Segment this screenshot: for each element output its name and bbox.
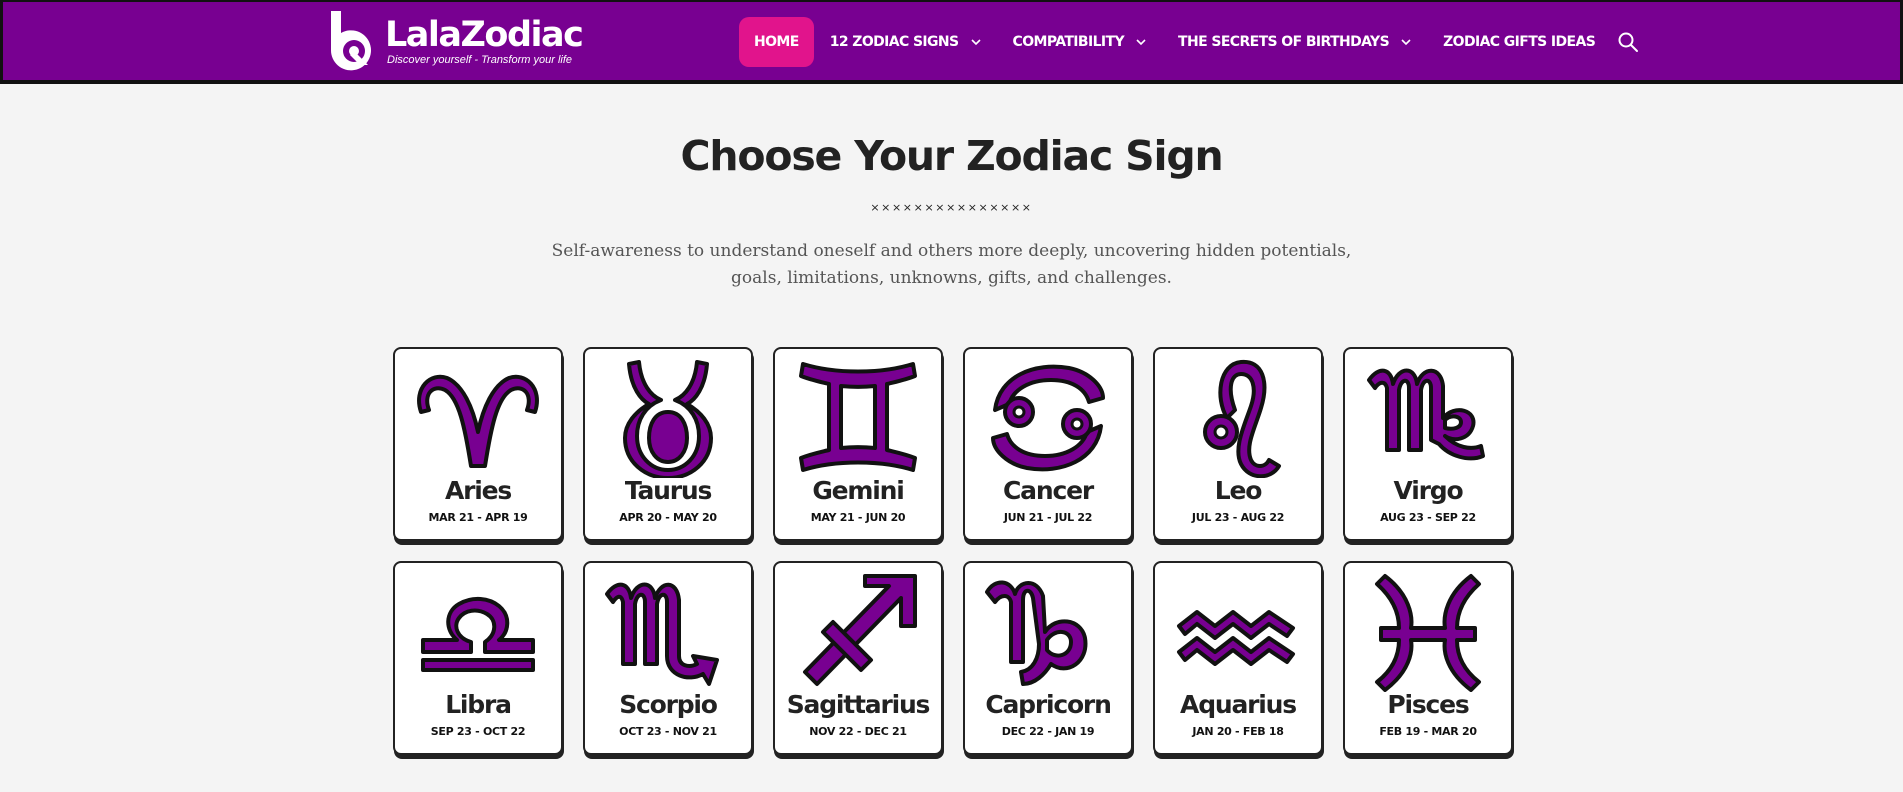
logo-tagline: Discover yourself - Transform your life (387, 53, 573, 66)
nav-secrets-of-birthdays-label: THE SECRETS OF BIRTHDAYS (1178, 34, 1390, 50)
logo-mark-icon (330, 11, 371, 71)
sign-name: Cancer (1003, 476, 1094, 505)
sign-card-virgo[interactable]: Virgo AUG 23 - SEP 22 (1343, 347, 1513, 541)
sign-card-libra[interactable]: Libra SEP 23 - OCT 22 (393, 561, 563, 755)
nav-compatibility[interactable]: COMPATIBILITY (1003, 17, 1157, 67)
sign-card-sagittarius[interactable]: Sagittarius NOV 22 - DEC 21 (773, 561, 943, 755)
sign-name: Gemini (812, 476, 904, 505)
sign-card-leo[interactable]: Leo JUL 23 - AUG 22 (1153, 347, 1323, 541)
sign-card-cancer[interactable]: Cancer JUN 21 - JUL 22 (963, 347, 1133, 541)
sign-dates: FEB 19 - MAR 20 (1379, 725, 1477, 738)
nav-secrets-of-birthdays[interactable]: THE SECRETS OF BIRTHDAYS (1168, 17, 1421, 67)
sign-name: Virgo (1393, 476, 1464, 505)
sign-card-pisces[interactable]: Pisces FEB 19 - MAR 20 (1343, 561, 1513, 755)
main-nav: HOME 12 ZODIAC SIGNS COMPATIBILITY THE S… (739, 17, 1639, 67)
sign-name: Leo (1214, 476, 1263, 505)
sign-card-taurus[interactable]: Taurus APR 20 - MAY 20 (583, 347, 753, 541)
nav-home[interactable]: HOME (739, 17, 814, 67)
chevron-down-icon (970, 39, 981, 46)
taurus-icon (623, 360, 713, 478)
sign-dates: JUL 23 - AUG 22 (1191, 511, 1285, 524)
nav-zodiac-gifts-ideas-label: ZODIAC GIFTS IDEAS (1443, 34, 1596, 50)
sign-dates: AUG 23 - SEP 22 (1380, 511, 1476, 524)
aquarius-icon (1177, 610, 1295, 666)
sign-name: Sagittarius (786, 690, 931, 719)
nav-12-zodiac-signs-label: 12 ZODIAC SIGNS (829, 34, 959, 50)
sign-name: Libra (445, 690, 512, 719)
chevron-down-icon (1401, 39, 1411, 46)
cancer-icon (991, 364, 1105, 472)
sign-dates: JAN 20 - FEB 18 (1192, 725, 1284, 738)
scorpio-icon (605, 582, 719, 686)
title-divider: ××××××××××××××× (870, 201, 1033, 214)
sign-dates: OCT 23 - NOV 21 (619, 725, 717, 738)
sign-dates: MAY 21 - JUN 20 (810, 511, 906, 524)
nav-12-zodiac-signs[interactable]: 12 ZODIAC SIGNS (820, 17, 991, 67)
sign-card-scorpio[interactable]: Scorpio OCT 23 - NOV 21 (583, 561, 753, 755)
sign-name: Capricorn (985, 690, 1112, 719)
gemini-icon (799, 362, 917, 472)
sign-name: Pisces (1387, 690, 1469, 719)
aries-icon (417, 374, 539, 468)
sagittarius-icon (803, 574, 917, 686)
sign-dates: DEC 22 - JAN 19 (1001, 725, 1095, 738)
page-title: Choose Your Zodiac Sign (680, 132, 1224, 180)
sign-card-capricorn[interactable]: Capricorn DEC 22 - JAN 19 (963, 561, 1133, 755)
page-description: Self-awareness to understand oneself and… (551, 241, 1352, 288)
capricorn-icon (985, 580, 1088, 686)
search-icon[interactable] (1617, 31, 1639, 53)
sign-card-aries[interactable]: Aries MAR 21 - APR 19 (393, 347, 563, 541)
sign-dates: JUN 21 - JUL 22 (1003, 511, 1093, 524)
sign-dates: NOV 22 - DEC 21 (809, 725, 907, 738)
sign-dates: SEP 23 - OCT 22 (430, 725, 526, 738)
site-header: LalaZodiac Discover yourself - Transform… (0, 0, 1903, 84)
sign-name: Taurus (624, 476, 713, 505)
sign-card-aquarius[interactable]: Aquarius JAN 20 - FEB 18 (1153, 561, 1323, 755)
nav-zodiac-gifts-ideas[interactable]: ZODIAC GIFTS IDEAS (1433, 17, 1605, 67)
virgo-icon (1367, 368, 1485, 461)
sign-dates: MAR 21 - APR 19 (428, 511, 528, 524)
leo-icon (1203, 359, 1281, 478)
pisces-icon (1375, 574, 1481, 692)
logo-name: LalaZodiac (385, 14, 584, 55)
nav-home-label: HOME (754, 34, 799, 50)
sign-card-gemini[interactable]: Gemini MAY 21 - JUN 20 (773, 347, 943, 541)
zodiac-grid: Aries MAR 21 - APR 19 Taurus APR 20 - MA… (393, 347, 1513, 755)
sign-dates: APR 20 - MAY 20 (619, 511, 717, 524)
site-logo[interactable]: LalaZodiac Discover yourself - Transform… (327, 8, 584, 74)
libra-icon (421, 597, 535, 672)
nav-compatibility-label: COMPATIBILITY (1012, 34, 1125, 50)
sign-name: Aquarius (1180, 690, 1297, 719)
sign-name: Aries (444, 476, 512, 505)
sign-name: Scorpio (619, 690, 718, 719)
chevron-down-icon (1136, 39, 1146, 46)
